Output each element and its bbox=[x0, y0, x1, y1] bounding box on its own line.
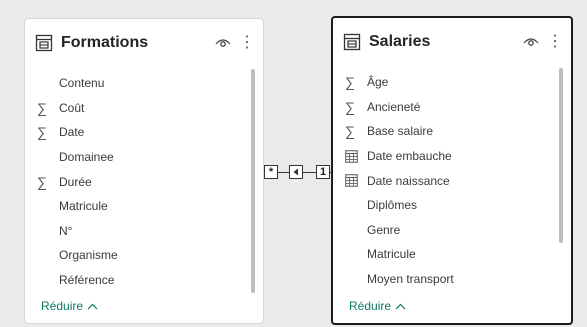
sigma-icon: ∑ bbox=[37, 99, 47, 116]
collapse-label: Réduire bbox=[41, 299, 84, 313]
calendar-icon bbox=[345, 174, 358, 187]
more-options-icon[interactable]: ⋮ bbox=[239, 35, 255, 51]
scrollbar[interactable] bbox=[251, 69, 255, 293]
field-row[interactable]: ∑ Coût bbox=[25, 96, 263, 121]
table-title: Salaries bbox=[369, 33, 431, 50]
more-options-icon[interactable]: ⋮ bbox=[547, 34, 563, 50]
field-list: Contenu ∑ Coût ∑ Date Domainee ∑ Durée Matricule… bbox=[25, 71, 263, 292]
sigma-icon: ∑ bbox=[345, 98, 355, 115]
field-row[interactable]: ∑ Ancieneté bbox=[333, 95, 571, 120]
arrow-left-icon bbox=[289, 165, 303, 179]
field-row[interactable]: Diplômes bbox=[333, 193, 571, 218]
field-label: Date naissance bbox=[367, 173, 450, 188]
collapse-button[interactable]: Réduire bbox=[349, 299, 406, 313]
eye-icon[interactable] bbox=[215, 37, 231, 49]
one-cardinality-marker: 1 bbox=[316, 165, 330, 179]
field-label: Contenu bbox=[59, 76, 105, 91]
field-label: Diplômes bbox=[367, 198, 418, 213]
field-row[interactable]: Matricule bbox=[333, 242, 571, 267]
field-label: Matricule bbox=[367, 247, 416, 262]
table-icon bbox=[343, 33, 361, 51]
many-cardinality-marker: * bbox=[264, 165, 278, 179]
field-row[interactable]: Domainee bbox=[25, 145, 263, 170]
field-row[interactable]: Moyen transport bbox=[333, 267, 571, 292]
table-header[interactable]: Salaries ⋮ bbox=[343, 29, 563, 55]
field-row[interactable]: Date naissance bbox=[333, 168, 571, 193]
table-icon bbox=[35, 34, 53, 52]
field-row[interactable]: Genre bbox=[333, 218, 571, 243]
field-row[interactable]: Matricule bbox=[25, 194, 263, 219]
field-label: Référence bbox=[59, 273, 115, 288]
field-label: Durée bbox=[59, 174, 92, 189]
sigma-icon: ∑ bbox=[37, 124, 47, 141]
field-list: ∑ Âge ∑ Ancieneté ∑ Base salaire Date embauche… bbox=[333, 70, 571, 291]
field-label: Matricule bbox=[59, 199, 108, 214]
chevron-up-icon bbox=[395, 303, 406, 309]
field-label: Base salaire bbox=[367, 124, 434, 139]
field-row[interactable]: ∑ Durée bbox=[25, 169, 263, 194]
field-row[interactable]: ∑ Âge bbox=[333, 70, 571, 95]
collapse-button[interactable]: Réduire bbox=[41, 299, 98, 313]
sigma-icon: ∑ bbox=[37, 173, 47, 190]
eye-icon[interactable] bbox=[523, 36, 539, 48]
field-label: N° bbox=[59, 223, 73, 238]
field-label: Date bbox=[59, 125, 85, 140]
field-row[interactable]: N° bbox=[25, 219, 263, 244]
field-row[interactable]: ∑ Base salaire bbox=[333, 119, 571, 144]
field-row[interactable]: Référence bbox=[25, 268, 263, 293]
field-row[interactable]: Date embauche bbox=[333, 144, 571, 169]
field-label: Moyen transport bbox=[367, 272, 454, 287]
sigma-icon: ∑ bbox=[345, 74, 355, 91]
table-header[interactable]: Formations ⋮ bbox=[35, 30, 255, 56]
field-label: Date embauche bbox=[367, 149, 452, 164]
field-row[interactable]: Organisme bbox=[25, 243, 263, 268]
field-label: Coût bbox=[59, 100, 85, 115]
field-label: Ancieneté bbox=[367, 99, 421, 114]
sigma-icon: ∑ bbox=[345, 123, 355, 140]
scrollbar[interactable] bbox=[559, 68, 563, 243]
field-label: Âge bbox=[367, 75, 389, 90]
chevron-up-icon bbox=[87, 303, 98, 309]
table-card-salaries[interactable]: Salaries ⋮ ∑ Âge ∑ Ancieneté ∑ Base salaire Da… bbox=[331, 16, 573, 325]
table-title: Formations bbox=[61, 34, 149, 51]
calendar-icon bbox=[345, 149, 358, 163]
field-label: Organisme bbox=[59, 248, 118, 263]
field-label: Genre bbox=[367, 222, 401, 237]
field-row[interactable]: ∑ Date bbox=[25, 120, 263, 145]
field-row[interactable]: Contenu bbox=[25, 71, 263, 96]
field-label: Domainee bbox=[59, 150, 114, 165]
collapse-label: Réduire bbox=[349, 299, 392, 313]
table-card-formations[interactable]: Formations ⋮ Contenu ∑ Coût ∑ Date Domainee ∑ D… bbox=[24, 18, 264, 324]
